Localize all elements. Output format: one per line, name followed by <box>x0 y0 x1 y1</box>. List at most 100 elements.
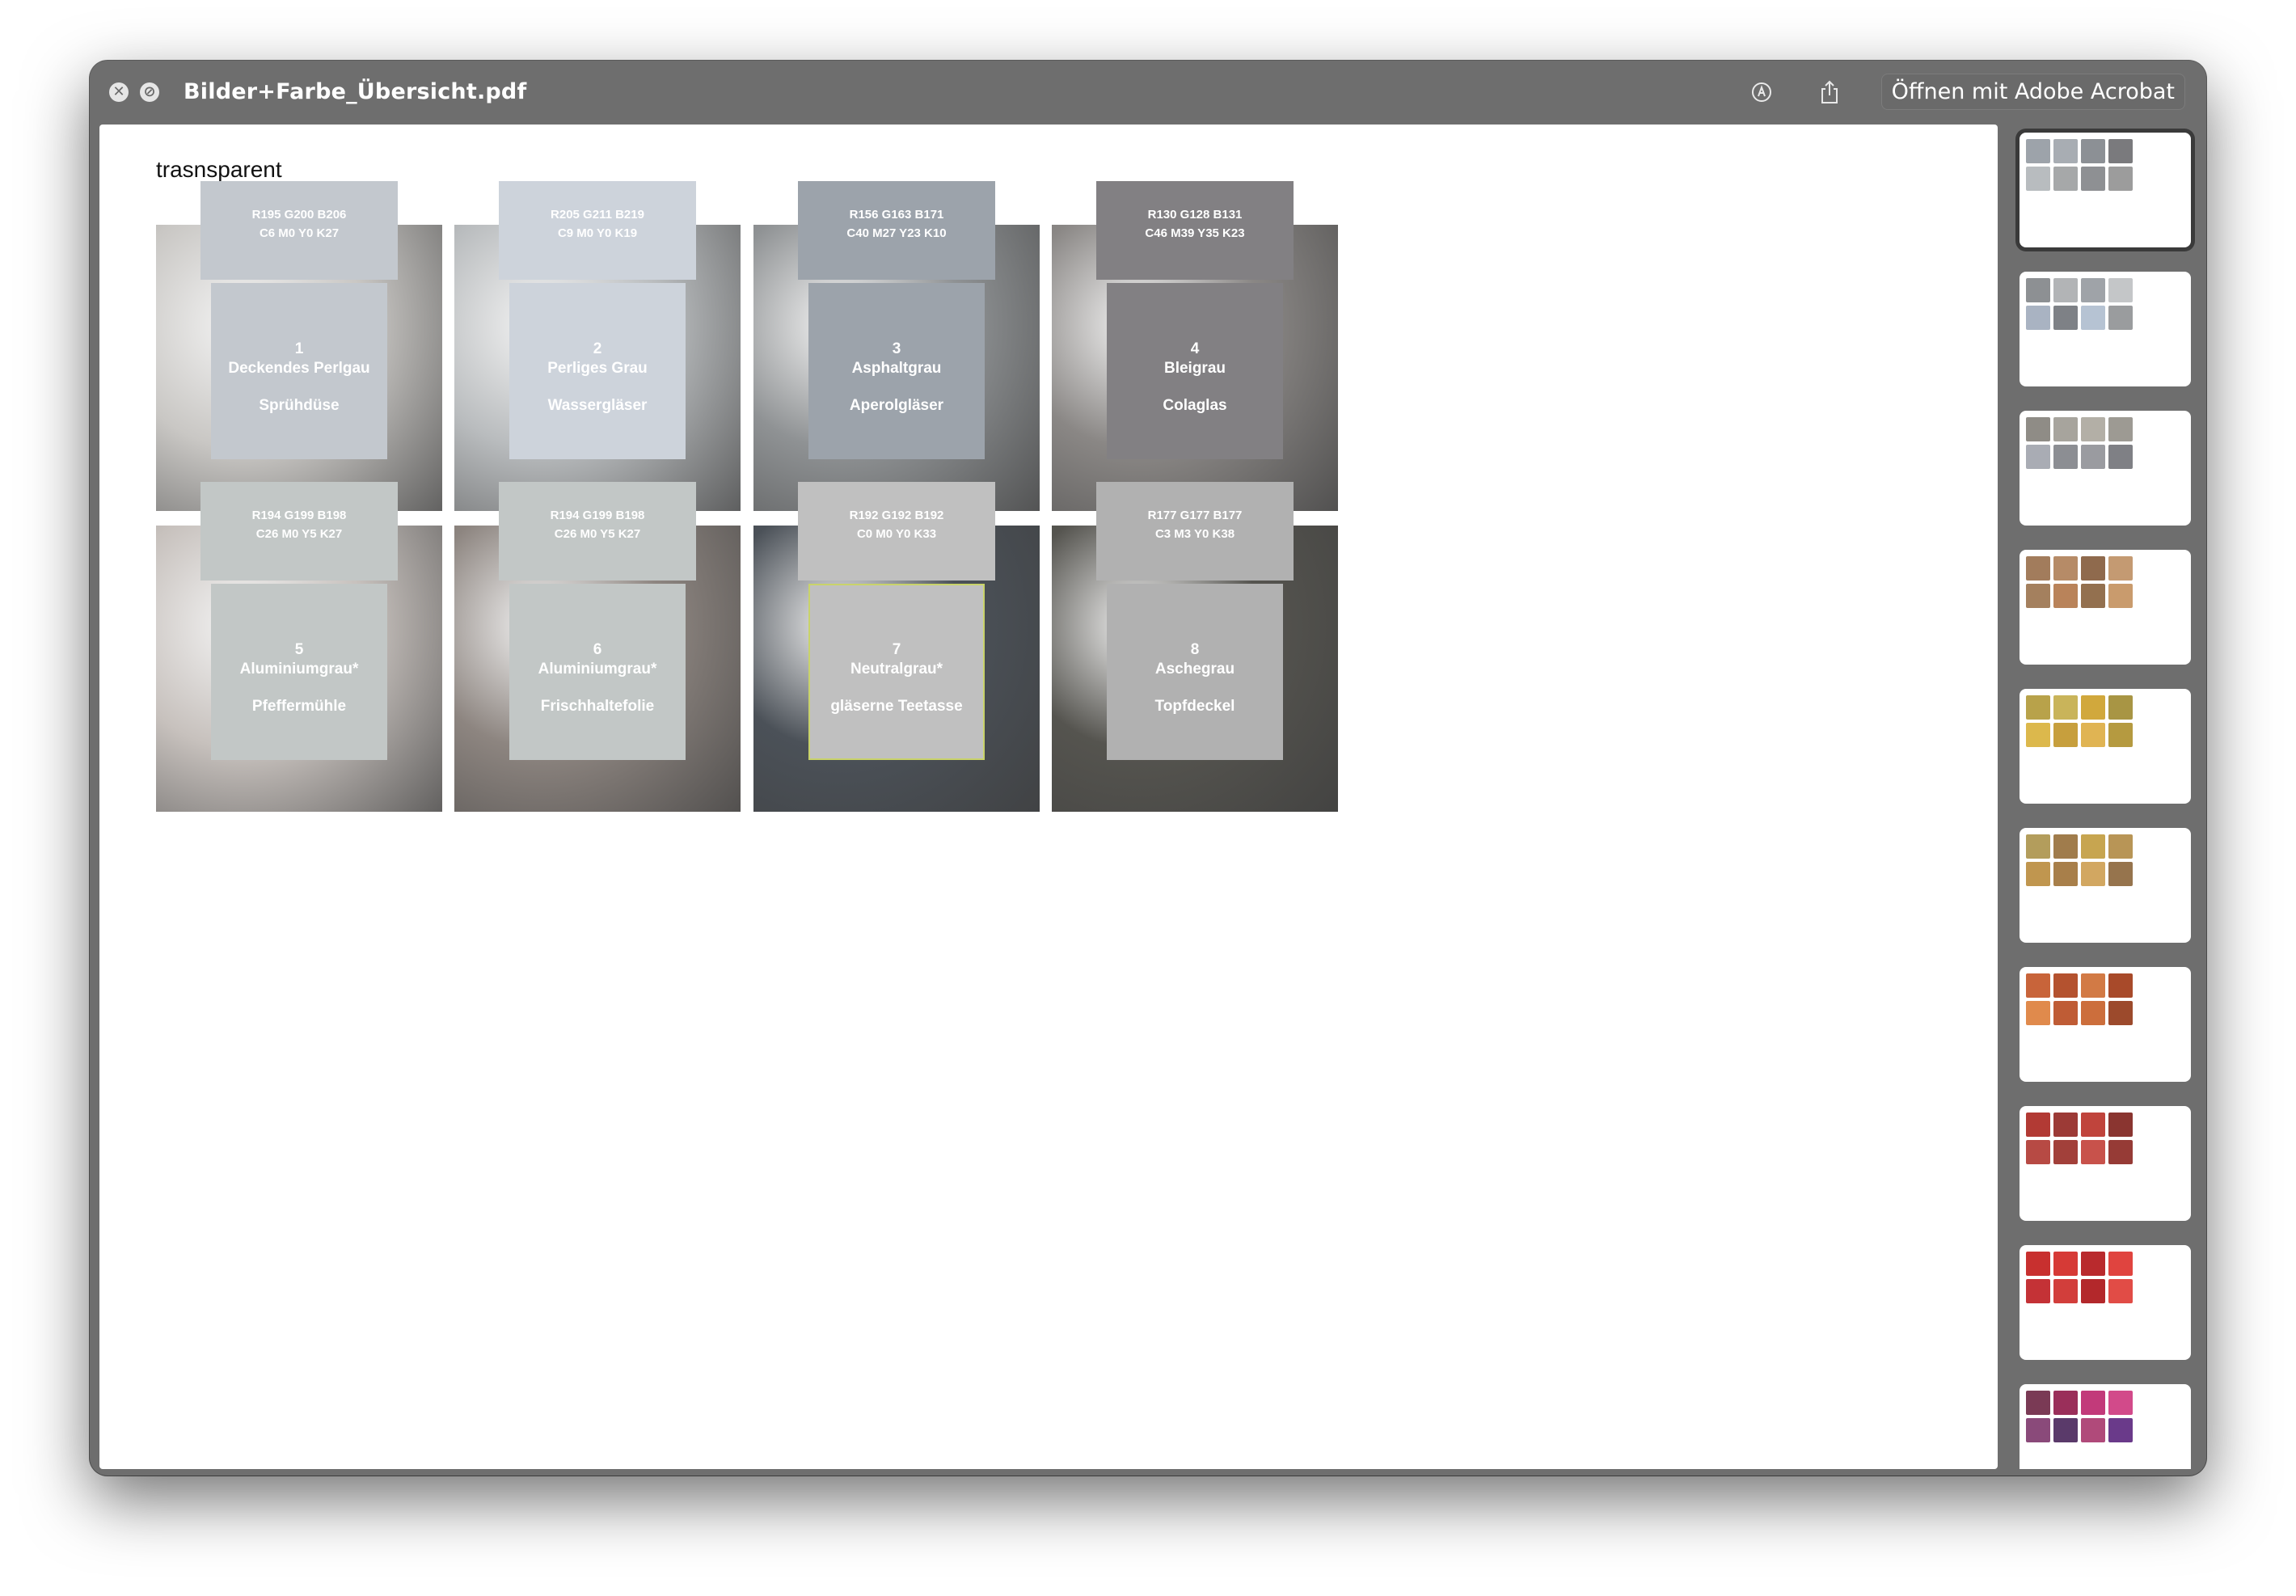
share-icon[interactable] <box>1813 76 1846 108</box>
cmyk-value: C0 M0 Y0 K33 <box>856 527 937 541</box>
color-number: 3 <box>892 340 901 357</box>
thumbnail-swatch <box>2081 695 2105 720</box>
thumbnail-swatch <box>2108 556 2133 581</box>
window-title: Bilder+Farbe_Übersicht.pdf <box>184 79 527 104</box>
object-name: Sprühdüse <box>259 397 340 414</box>
stop-icon[interactable]: ⊘ <box>140 82 159 102</box>
thumbnail-swatch <box>2081 417 2105 441</box>
thumbnail-swatch <box>2108 139 2133 163</box>
color-values-card: R156 G163 B171 C40 M27 Y23 K10 <box>798 181 995 280</box>
thumbnail-swatch <box>2053 1252 2078 1276</box>
rgb-value: R194 G199 B198 <box>251 509 347 522</box>
color-name: Asphaltgrau <box>851 360 942 377</box>
thumbnail-swatch <box>2026 1113 2050 1137</box>
thumbnail-swatch <box>2108 973 2133 998</box>
thumbnail-sidebar[interactable] <box>2010 125 2197 1469</box>
color-values-card: R194 G199 B198 C26 M0 Y5 K27 <box>200 482 398 581</box>
thumbnail-swatch <box>2053 973 2078 998</box>
thumbnail-swatch <box>2081 167 2105 191</box>
color-name-card: 8 Aschegrau Topfdeckel <box>1107 584 1283 760</box>
color-values-card: R195 G200 B206 C6 M0 Y0 K27 <box>200 181 398 280</box>
thumbnail-swatch <box>2053 1279 2078 1303</box>
color-name: Bleigrau <box>1163 360 1226 377</box>
color-name-card: 6 Aluminiumgrau* Frischhaltefolie <box>509 584 686 760</box>
object-name: Aperolgläser <box>849 397 944 414</box>
thumbnail-swatch <box>2108 1140 2133 1164</box>
cmyk-value: C26 M0 Y5 K27 <box>255 527 343 541</box>
thumbnail-swatch <box>2053 139 2078 163</box>
thumbnail-swatch <box>2108 1001 2133 1025</box>
thumbnail-swatch <box>2108 278 2133 302</box>
thumbnail-swatch <box>2026 973 2050 998</box>
color-name: Aluminiumgrau* <box>239 661 359 678</box>
page-thumbnail[interactable] <box>2020 689 2191 804</box>
page-thumbnail[interactable] <box>2020 1384 2191 1469</box>
color-values-card: R205 G211 B219 C9 M0 Y0 K19 <box>499 181 696 280</box>
thumbnail-swatch <box>2026 139 2050 163</box>
rgb-value: R156 G163 B171 <box>849 208 944 222</box>
page-thumbnail[interactable] <box>2020 1245 2191 1360</box>
thumbnail-swatch <box>2026 695 2050 720</box>
thumbnail-swatch <box>2108 723 2133 747</box>
page-thumbnail[interactable] <box>2020 967 2191 1082</box>
thumbnail-swatch <box>2026 445 2050 469</box>
page-thumbnail[interactable] <box>2020 411 2191 526</box>
thumbnail-swatch <box>2081 139 2105 163</box>
thumbnail-swatch <box>2026 1418 2050 1442</box>
page-thumbnail[interactable] <box>2020 550 2191 665</box>
cmyk-value: C9 M0 Y0 K19 <box>557 226 638 240</box>
open-with-acrobat-button[interactable]: Öffnen mit Adobe Acrobat <box>1880 74 2185 110</box>
object-name: Colaglas <box>1163 397 1227 414</box>
thumbnail-swatch <box>2053 1140 2078 1164</box>
thumbnail-swatch <box>2053 278 2078 302</box>
thumbnail-swatch <box>2081 1140 2105 1164</box>
thumbnail-swatch <box>2026 417 2050 441</box>
close-icon[interactable]: ✕ <box>109 82 129 102</box>
page-thumbnail[interactable] <box>2020 1106 2191 1221</box>
thumbnail-swatch <box>2081 1252 2105 1276</box>
color-name: Neutralgrau* <box>850 661 943 678</box>
thumbnail-swatch <box>2053 445 2078 469</box>
thumbnail-swatch <box>2053 1391 2078 1415</box>
thumbnail-swatch <box>2026 306 2050 330</box>
thumbnail-swatch <box>2108 1418 2133 1442</box>
color-values-card: R194 G199 B198 C26 M0 Y5 K27 <box>499 482 696 581</box>
color-name-card: 2 Perliges Grau Wassergläser <box>509 283 686 459</box>
thumbnail-swatch <box>2026 1279 2050 1303</box>
rgb-value: R130 G128 B131 <box>1147 208 1243 222</box>
thumbnail-swatch <box>2108 1279 2133 1303</box>
thumbnail-swatch <box>2108 1391 2133 1415</box>
object-name: Wassergläser <box>547 397 648 414</box>
color-name: Aschegrau <box>1154 661 1235 678</box>
color-number: 4 <box>1190 340 1200 357</box>
thumbnail-swatch <box>2026 1252 2050 1276</box>
thumbnail-swatch <box>2026 834 2050 859</box>
thumbnail-swatch <box>2108 167 2133 191</box>
color-name-card: 5 Aluminiumgrau* Pfeffermühle <box>211 584 387 760</box>
object-name: Frischhaltefolie <box>540 698 655 715</box>
rgb-value: R205 G211 B219 <box>551 208 644 222</box>
thumbnail-swatch <box>2108 834 2133 859</box>
thumbnail-swatch <box>2026 1391 2050 1415</box>
color-number: 2 <box>593 340 602 357</box>
cmyk-value: C6 M0 Y0 K27 <box>259 226 340 240</box>
thumbnail-swatch <box>2026 723 2050 747</box>
color-name-card: 4 Bleigrau Colaglas <box>1107 283 1283 459</box>
page-thumbnail[interactable] <box>2020 272 2191 386</box>
thumbnail-swatch <box>2108 584 2133 608</box>
thumbnail-swatch <box>2053 695 2078 720</box>
page-thumbnail[interactable] <box>2020 828 2191 943</box>
thumbnail-swatch <box>2108 1113 2133 1137</box>
cmyk-value: C26 M0 Y5 K27 <box>554 527 641 541</box>
thumbnail-swatch <box>2053 167 2078 191</box>
thumbnail-swatch <box>2026 1001 2050 1025</box>
page-thumbnail[interactable] <box>2020 133 2191 247</box>
thumbnail-swatch <box>2108 417 2133 441</box>
toolbar: Öffnen mit Adobe Acrobat <box>1745 61 2185 123</box>
thumbnail-swatch <box>2026 167 2050 191</box>
thumbnail-swatch <box>2053 556 2078 581</box>
color-name: Deckendes Perlgau <box>228 360 370 377</box>
markup-icon[interactable] <box>1745 76 1778 108</box>
color-values-card: R192 G192 B192 C0 M0 Y0 K33 <box>798 482 995 581</box>
titlebar: ✕ ⊘ Bilder+Farbe_Übersicht.pdf Öffnen mi… <box>90 61 2206 123</box>
